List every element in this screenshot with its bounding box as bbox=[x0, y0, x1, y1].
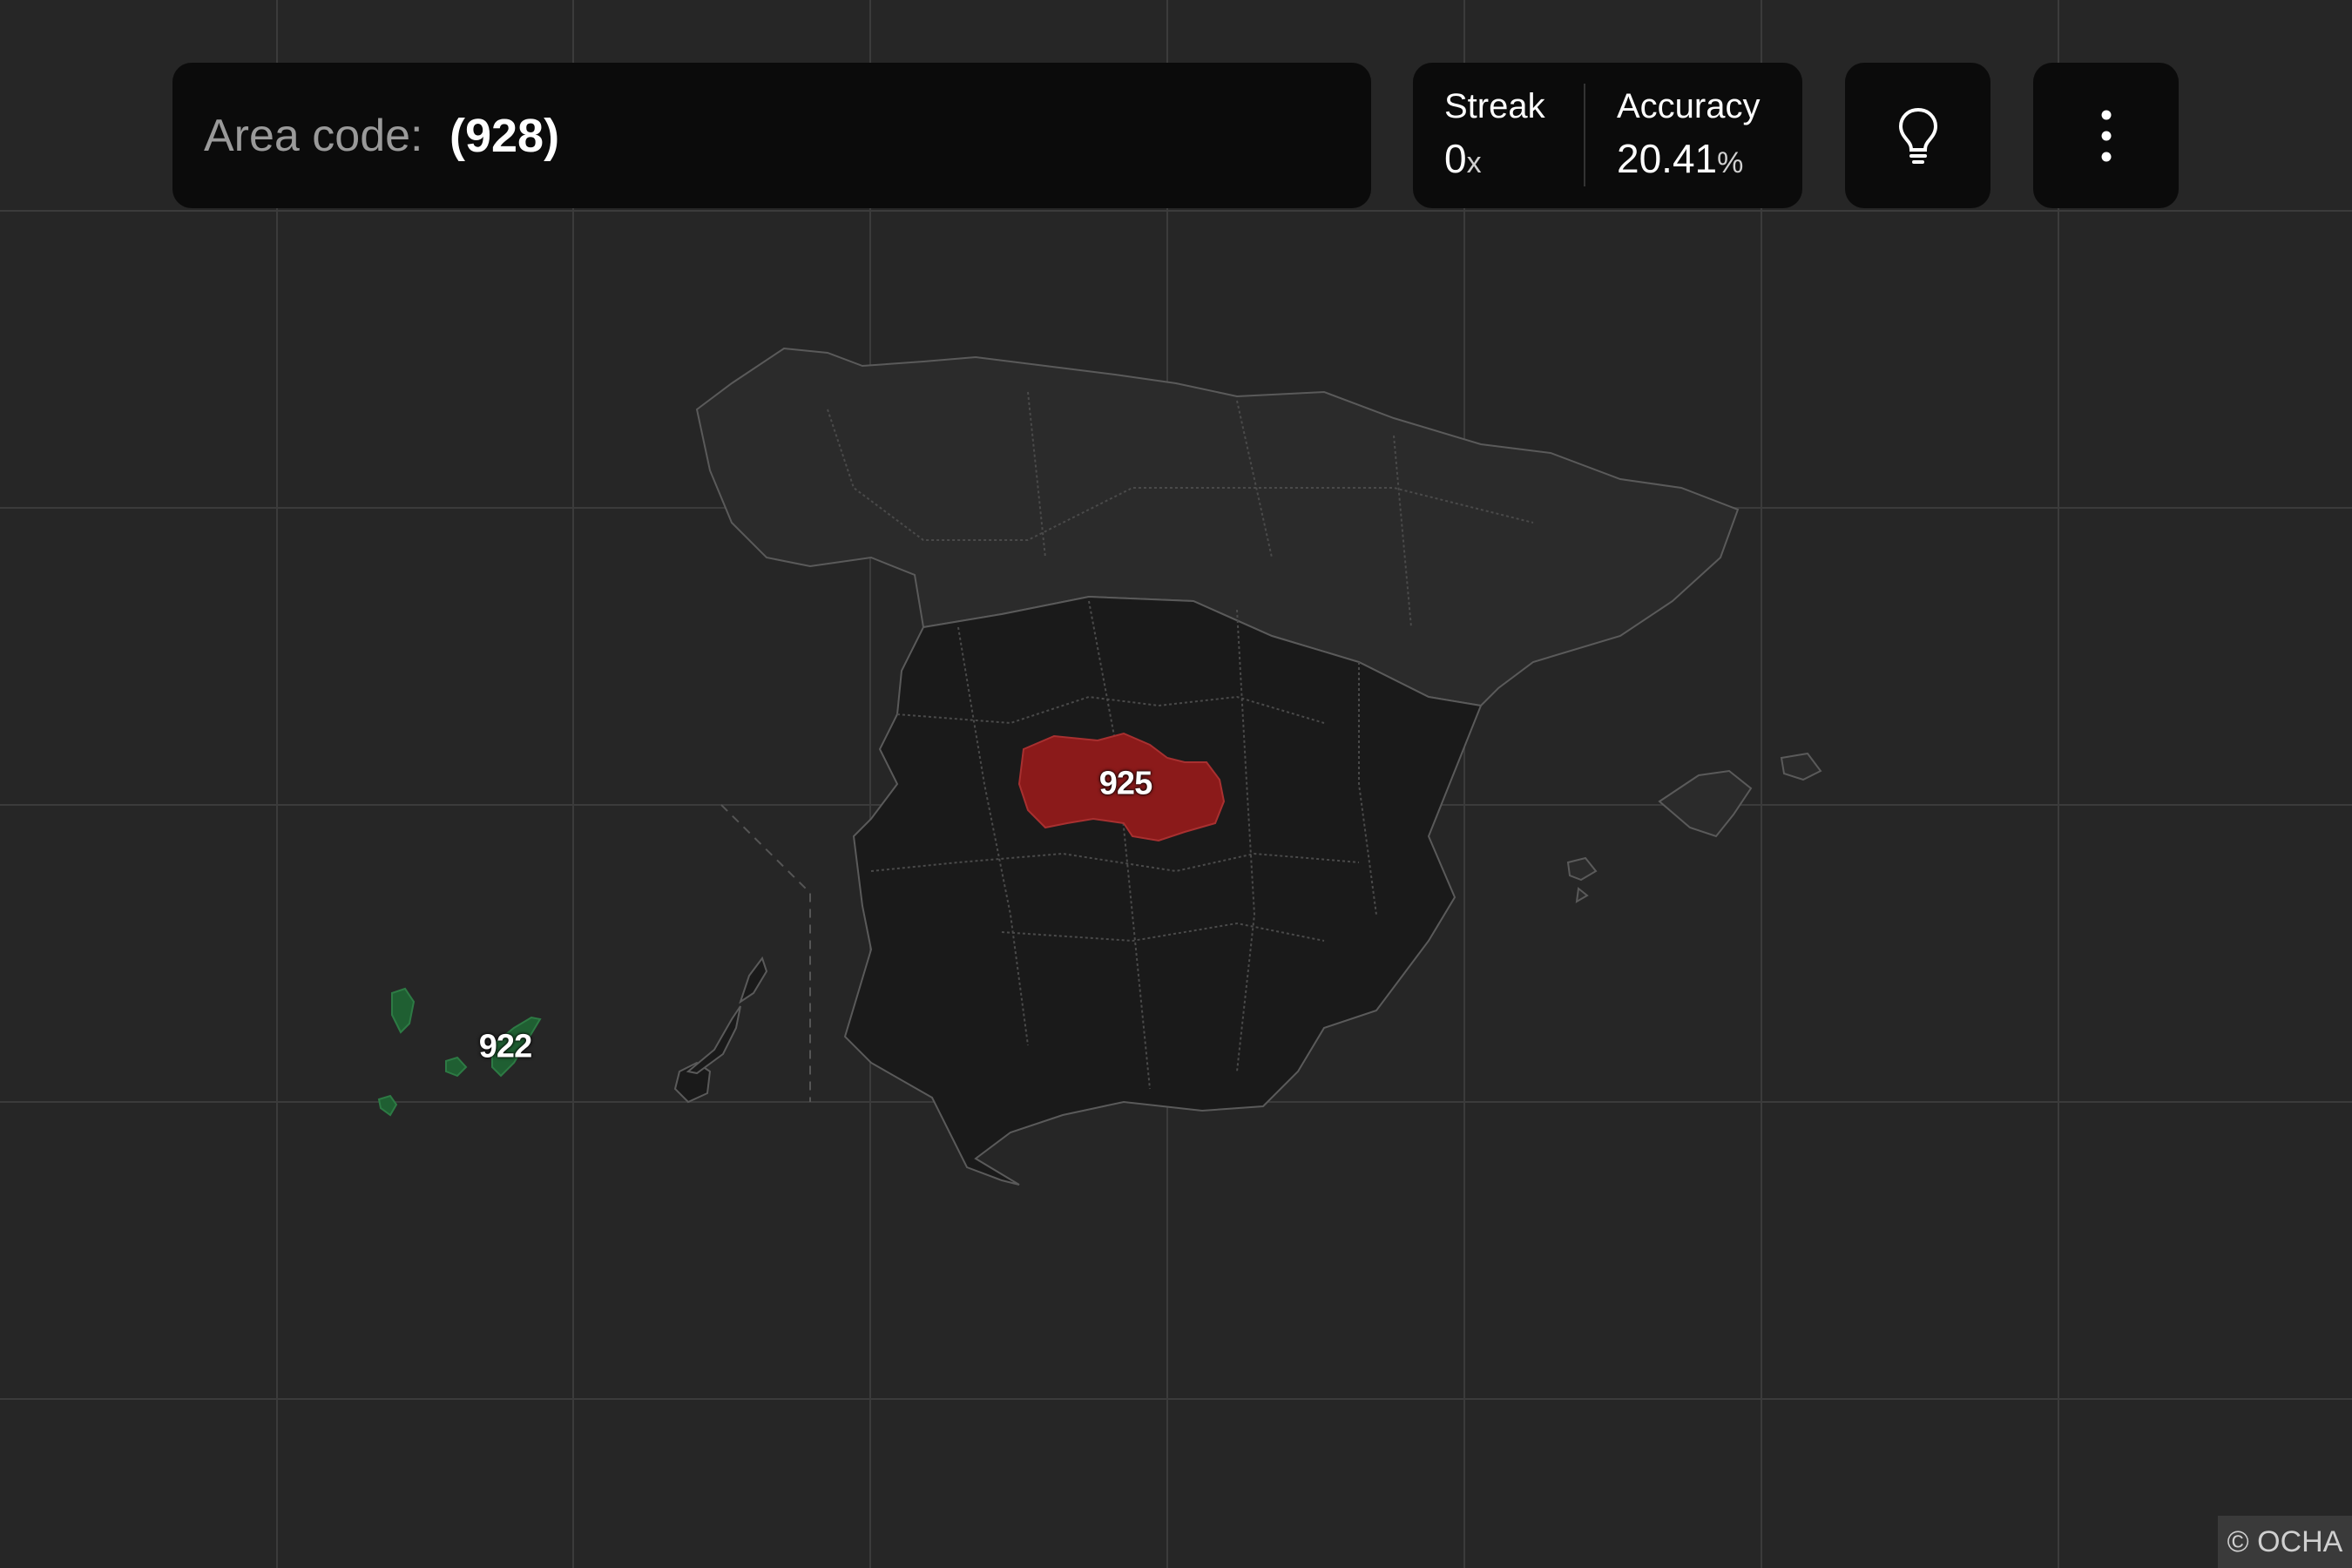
lightbulb-icon bbox=[1898, 107, 1937, 164]
accuracy-unit: % bbox=[1717, 146, 1744, 179]
accuracy-label: Accuracy bbox=[1617, 87, 1761, 125]
hint-button[interactable] bbox=[1845, 63, 1990, 208]
region-label-922: 922 bbox=[478, 1028, 532, 1065]
accuracy-value: 20.41% bbox=[1617, 135, 1761, 182]
map-canvas[interactable] bbox=[0, 0, 2352, 1568]
area-code-value: (928) bbox=[449, 109, 560, 162]
region-candidate-zone[interactable] bbox=[843, 595, 1483, 1186]
accuracy-stat: Accuracy 20.41% bbox=[1617, 87, 1761, 182]
canary-islands-east[interactable] bbox=[673, 956, 768, 1104]
prompt-panel: Area code: (928) bbox=[172, 63, 1371, 208]
streak-label: Streak bbox=[1444, 87, 1545, 125]
streak-stat: Streak 0x bbox=[1444, 87, 1545, 182]
balearic-islands[interactable] bbox=[1566, 752, 1822, 903]
streak-unit: x bbox=[1466, 146, 1482, 179]
streak-number: 0 bbox=[1444, 136, 1467, 181]
map-attribution[interactable]: © OCHA bbox=[2218, 1516, 2352, 1568]
stats-divider bbox=[1584, 84, 1585, 186]
canary-inset-frame bbox=[720, 804, 811, 1102]
menu-button[interactable] bbox=[2033, 63, 2179, 208]
streak-value: 0x bbox=[1444, 135, 1545, 182]
region-label-925: 925 bbox=[1098, 765, 1152, 802]
prompt-label: Area code: bbox=[204, 110, 423, 161]
stats-panel: Streak 0x Accuracy 20.41% bbox=[1413, 63, 1802, 208]
accuracy-number: 20.41 bbox=[1617, 136, 1718, 181]
more-vertical-icon bbox=[2101, 110, 2111, 161]
